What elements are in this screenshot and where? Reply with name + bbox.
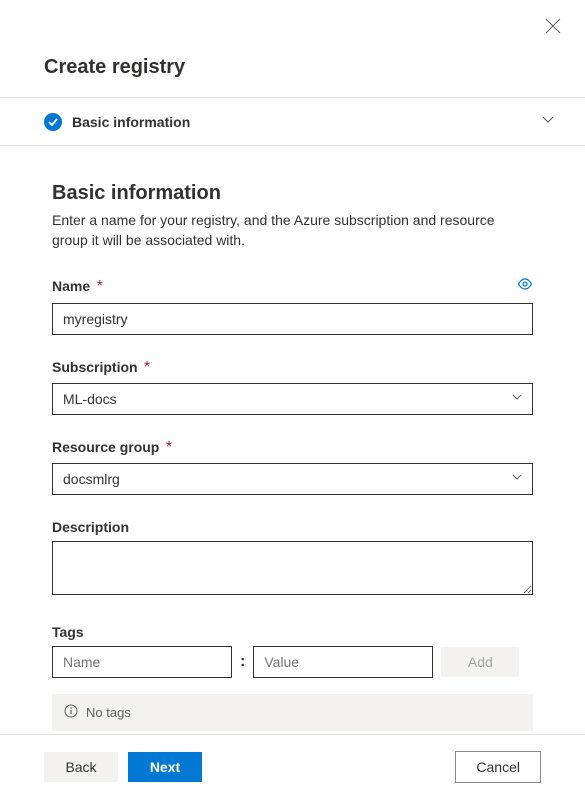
form-content: Basic information Enter a name for your … — [0, 146, 585, 775]
tags-label: Tags — [52, 624, 84, 640]
required-indicator: * — [166, 439, 172, 456]
name-input[interactable] — [52, 303, 533, 335]
form-description: Enter a name for your registry, and the … — [52, 211, 533, 250]
cancel-button[interactable]: Cancel — [455, 751, 541, 783]
resource-group-value[interactable] — [52, 463, 533, 495]
footer: Back Next Cancel — [0, 734, 585, 803]
checkmark-circle-icon — [44, 113, 62, 131]
form-heading: Basic information — [52, 182, 533, 205]
field-description: Description — [52, 519, 533, 600]
close-button[interactable] — [545, 18, 561, 34]
resource-group-select[interactable] — [52, 463, 533, 495]
back-button[interactable]: Back — [44, 752, 118, 782]
tag-name-input[interactable] — [52, 646, 232, 678]
section-title: Basic information — [72, 114, 190, 130]
subscription-select[interactable] — [52, 383, 533, 415]
subscription-value[interactable] — [52, 383, 533, 415]
close-icon — [545, 18, 561, 34]
section-basic-information[interactable]: Basic information — [0, 98, 585, 146]
field-resource-group: Resource group * — [52, 439, 533, 495]
tag-separator: : — [240, 653, 245, 671]
required-indicator: * — [144, 359, 150, 376]
panel-header: Create registry — [0, 0, 585, 98]
next-button[interactable]: Next — [128, 752, 202, 782]
description-label: Description — [52, 519, 129, 535]
subscription-label: Subscription — [52, 359, 138, 375]
no-tags-text: No tags — [86, 705, 131, 720]
section-header-left: Basic information — [44, 113, 190, 131]
description-input[interactable] — [52, 541, 533, 595]
resource-group-label: Resource group — [52, 439, 159, 455]
field-tags: Tags : Add No tags — [52, 624, 533, 731]
field-name: Name * — [52, 276, 533, 335]
field-subscription: Subscription * — [52, 359, 533, 415]
required-indicator: * — [97, 278, 103, 295]
page-title: Create registry — [44, 56, 559, 79]
name-label: Name — [52, 278, 90, 294]
chevron-down-icon — [541, 112, 555, 131]
info-icon — [64, 704, 78, 721]
add-tag-button[interactable]: Add — [441, 647, 519, 677]
no-tags-message: No tags — [52, 694, 533, 731]
eye-icon[interactable] — [517, 276, 533, 297]
tag-value-input[interactable] — [253, 646, 433, 678]
